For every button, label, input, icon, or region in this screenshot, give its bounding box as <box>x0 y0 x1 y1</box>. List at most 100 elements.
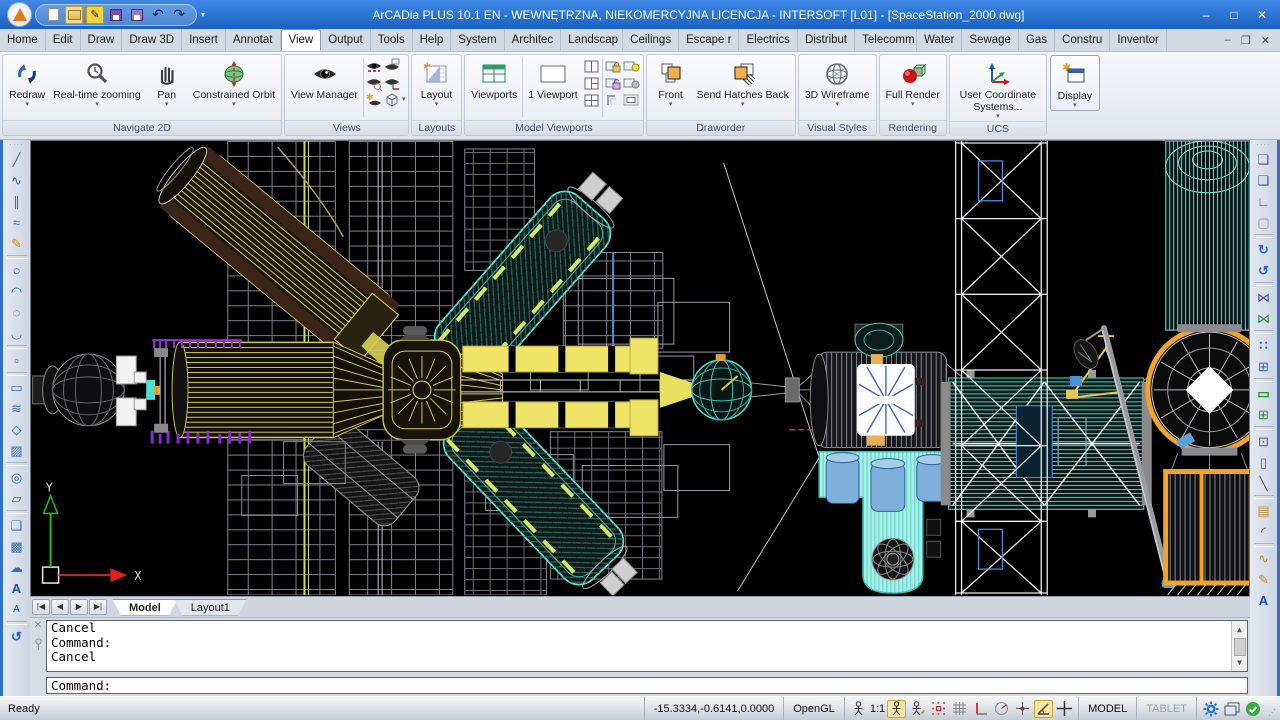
menu-tab-help[interactable]: Help <box>413 29 452 51</box>
constrained-orbit-button[interactable]: Constrained Orbit▾ <box>189 56 279 119</box>
menu-tab-distribut[interactable]: Distribut <box>798 29 855 51</box>
save-button[interactable] <box>107 6 125 24</box>
doc-minimize-button[interactable]: – <box>1225 34 1231 46</box>
copy-tool[interactable]: ❏ <box>1252 149 1276 170</box>
scale-indicator[interactable]: 1:1 <box>870 703 885 715</box>
prev-sheet-button[interactable]: ◀ <box>51 599 69 615</box>
toolbar-grip[interactable]: ···· <box>1256 141 1271 149</box>
named-view-icon[interactable] <box>366 58 383 74</box>
viewport-off-icon[interactable] <box>623 75 640 91</box>
menu-tab-insert[interactable]: Insert <box>182 29 226 51</box>
menu-tab-architec[interactable]: Architec <box>505 29 562 51</box>
fillet-tool[interactable]: ◜ <box>1252 521 1276 542</box>
arc-tool[interactable]: ◠ <box>5 281 29 302</box>
viewport-on-icon[interactable] <box>623 58 640 74</box>
menu-tab-water[interactable]: Water <box>917 29 962 51</box>
command-close-icon[interactable]: ✕ <box>34 620 42 631</box>
menu-tab-system[interactable]: System <box>451 29 504 51</box>
undo-button[interactable]: ↶ <box>149 6 167 24</box>
text-tool[interactable]: A <box>5 578 29 599</box>
green-rectangle-tool[interactable]: ▭ <box>1252 383 1276 404</box>
menu-tab-telecomm[interactable]: Telecomm <box>855 29 917 51</box>
polygon-tool[interactable]: ◇ <box>5 419 29 440</box>
view-cube-icon[interactable] <box>384 92 401 108</box>
scroll-down-icon[interactable]: ▼ <box>1237 656 1242 671</box>
menu-tab-escape-r[interactable]: Escape r <box>679 29 739 51</box>
menu-tab-draw-3d[interactable]: Draw 3D <box>122 29 182 51</box>
esnap-toggle-icon[interactable] <box>887 700 906 718</box>
array-tool[interactable]: ∷ <box>1252 335 1276 356</box>
menu-tab-edit[interactable]: Edit <box>46 29 81 51</box>
menu-tab-home[interactable]: Home <box>0 29 46 51</box>
rotate-ccw-tool[interactable]: ↺ <box>1252 260 1276 281</box>
menu-tab-view[interactable]: View <box>281 29 322 51</box>
views-dropdown-arrow[interactable]: ▾ <box>402 97 406 103</box>
redraw-tool[interactable]: ↺ <box>5 626 29 647</box>
viewports-button[interactable]: Viewports <box>467 56 521 119</box>
3d-wireframe-button[interactable]: 3D Wireframe▾ <box>801 56 874 119</box>
model-space-toggle[interactable]: MODEL <box>1078 697 1136 720</box>
resize-grip[interactable]: ⋰ <box>1266 697 1280 720</box>
offset-tool[interactable]: ∟ <box>1252 191 1276 212</box>
ortho-icon[interactable] <box>971 700 990 718</box>
point-tool[interactable]: ▫ <box>5 350 29 371</box>
arcadia-pen-button[interactable]: ✎ <box>86 6 104 24</box>
minimize-button[interactable]: – <box>1192 8 1220 22</box>
text-edit-tool[interactable]: A <box>1252 590 1276 611</box>
last-sheet-button[interactable]: ▶| <box>89 599 107 615</box>
rectangle-tool[interactable]: ▭ <box>5 377 29 398</box>
array-path-tool[interactable]: ⊞ <box>1252 356 1276 377</box>
callout-tool[interactable]: ▱ <box>5 488 29 509</box>
scroll-thumb[interactable] <box>1234 638 1246 656</box>
hatch-fill-tool[interactable]: ▩ <box>5 536 29 557</box>
snap-grid-icon[interactable] <box>929 700 948 718</box>
viewport-lock-icon[interactable] <box>605 58 622 74</box>
send-hatches-back-button[interactable]: Send Hatches Back▾ <box>693 56 793 119</box>
scroll-up-icon[interactable]: ▲ <box>1237 623 1242 638</box>
menu-tab-draw[interactable]: Draw <box>81 29 123 51</box>
scale-tool[interactable]: ▯ <box>1252 452 1276 473</box>
menu-tab-gas[interactable]: Gas <box>1019 29 1055 51</box>
mirror-tool[interactable]: ⋈ <box>1252 287 1276 308</box>
redraw-button[interactable]: Redraw▾ <box>5 56 49 119</box>
command-input[interactable]: Command: <box>46 677 1248 694</box>
display-button[interactable]: ✱ Display▾ <box>1053 57 1097 109</box>
ellipse-tool[interactable]: ◌ <box>5 302 29 323</box>
toolbar-grip[interactable]: ···· <box>9 141 24 149</box>
view-zoom-icon[interactable] <box>366 75 383 91</box>
drawing-viewport[interactable]: Y X <box>30 140 1250 596</box>
maximize-button[interactable]: □ <box>1220 8 1248 22</box>
grid-icon[interactable] <box>950 700 969 718</box>
measure-tool[interactable]: ▤ <box>1252 500 1276 521</box>
revision-cloud-tool[interactable]: ☁ <box>5 557 29 578</box>
parallel-lines-tool[interactable]: ∥ <box>5 191 29 212</box>
settings-gear-icon[interactable] <box>1201 700 1220 718</box>
renderer-indicator[interactable]: OpenGL <box>783 697 844 720</box>
viewport-object-icon[interactable] <box>623 92 640 108</box>
doc-close-button[interactable]: ✕ <box>1261 34 1270 47</box>
next-sheet-button[interactable]: ▶ <box>70 599 88 615</box>
polar-icon[interactable] <box>992 700 1011 718</box>
tab-layout1[interactable]: Layout1 <box>174 599 247 616</box>
one-viewport-button[interactable]: 1 Viewport <box>524 56 581 119</box>
viewport-unlock-icon[interactable] <box>605 75 622 91</box>
viewport-split-4-icon[interactable] <box>583 92 600 108</box>
menu-tab-landscap[interactable]: Landscap <box>561 29 623 51</box>
crosshair-icon[interactable] <box>1055 700 1074 718</box>
mirror-3d-tool[interactable]: ⋈ <box>1252 308 1276 329</box>
etrack-person-icon[interactable] <box>908 700 927 718</box>
menu-tab-sewage[interactable]: Sewage <box>962 29 1019 51</box>
hatch-region-tool[interactable]: ▨ <box>5 440 29 461</box>
menu-tab-inventor[interactable]: Inventor <box>1110 29 1167 51</box>
layout-button[interactable]: ✱ Layout▾ <box>414 56 458 119</box>
region-tool[interactable]: ❏ <box>5 515 29 536</box>
redo-button[interactable]: ↷ <box>170 6 188 24</box>
open-file-button[interactable] <box>65 6 83 24</box>
menu-tab-electrics[interactable]: Electrics <box>739 29 797 51</box>
viewport-split-3-icon[interactable] <box>583 75 600 91</box>
view-window-icon[interactable] <box>384 58 401 74</box>
text-small-tool[interactable]: A <box>5 599 29 620</box>
donut-tool[interactable]: ◎ <box>5 467 29 488</box>
command-scrollbar[interactable]: ▲ ▼ <box>1231 621 1247 671</box>
explode-tool[interactable]: ⊞ <box>1252 404 1276 425</box>
